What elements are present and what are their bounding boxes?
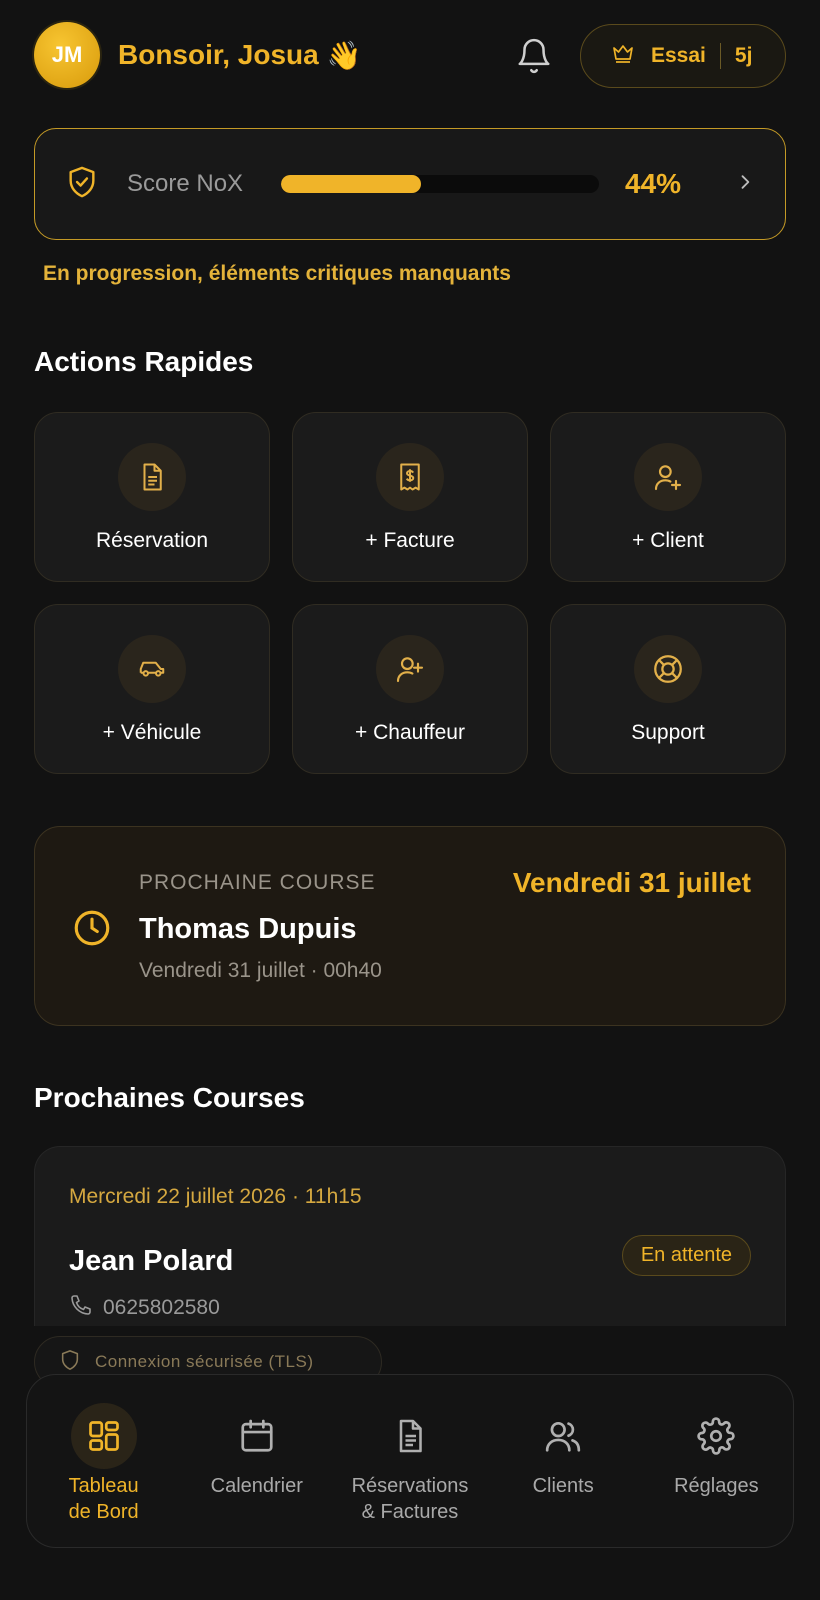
crown-icon (609, 41, 637, 71)
course-list-item[interactable]: Mercredi 22 juillet 2026 · 11h15 Jean Po… (34, 1146, 786, 1326)
phone-number: 0625802580 (103, 1296, 220, 1319)
upcoming-title: Prochaines Courses (34, 1082, 305, 1113)
dashboard-icon (70, 1403, 137, 1469)
score-message: En progression, éléments critiques manqu… (43, 262, 511, 285)
status-badge: En attente (621, 1235, 751, 1276)
nav-label: Calendrier (210, 1475, 303, 1497)
score-label: Score NoX (127, 170, 244, 197)
action-label: + Chauffeur (355, 721, 465, 744)
score-progress-fill (281, 175, 421, 193)
users-icon (530, 1403, 596, 1469)
bottom-nav: Tableau de Bord Calendrier Réservations … (26, 1374, 794, 1548)
nav-label: Tableau de Bord (68, 1475, 139, 1523)
header: JM Bonsoir, Josua 👋 Essai 5j (34, 22, 786, 88)
course-datetime: Mercredi 22 juillet 2026 · 11h15 (69, 1185, 362, 1208)
receipt-icon (376, 443, 444, 511)
next-course-client-name: Thomas Dupuis (139, 913, 357, 945)
action-vehicle-button[interactable]: + Véhicule (34, 604, 270, 774)
action-label: Réservation (95, 529, 209, 552)
avatar[interactable]: JM (34, 22, 100, 88)
action-label: Support (631, 721, 705, 744)
phone-icon (69, 1293, 93, 1323)
nav-item-clients[interactable]: Clients (493, 1403, 633, 1499)
action-driver-button[interactable]: + Chauffeur (292, 604, 528, 774)
nav-label: Clients (532, 1475, 594, 1497)
score-progress-bar (281, 175, 599, 193)
next-course-kicker: PROCHAINE COURSE (139, 871, 376, 894)
action-invoice-button[interactable]: + Facture (292, 412, 528, 582)
user-plus-icon (376, 635, 444, 703)
action-client-button[interactable]: + Client (550, 412, 786, 582)
nav-item-calendar[interactable]: Calendrier (187, 1403, 327, 1499)
nav-item-reservations[interactable]: Réservations & Factures (340, 1403, 480, 1525)
car-icon (118, 635, 186, 703)
chevron-right-icon (735, 170, 755, 199)
trial-badge[interactable]: Essai 5j (580, 24, 786, 88)
action-support-button[interactable]: Support (550, 604, 786, 774)
trial-separator (719, 43, 721, 69)
greeting: Bonsoir, Josua 👋 (118, 39, 362, 72)
next-course-card[interactable]: PROCHAINE COURSE Vendredi 31 juillet Tho… (34, 826, 786, 1026)
gear-icon (683, 1403, 749, 1469)
shield-icon (59, 1348, 81, 1377)
trial-days: 5j (734, 44, 753, 67)
calendar-icon (224, 1403, 290, 1469)
action-label: + Client (632, 529, 704, 552)
quick-actions-grid: Réservation + Facture + Client + Véhicul… (34, 412, 786, 774)
score-value: 44% (625, 168, 682, 199)
nav-item-settings[interactable]: Réglages (646, 1403, 786, 1499)
quick-actions-title: Actions Rapides (34, 346, 254, 377)
shield-check-icon (65, 163, 99, 206)
nav-item-dashboard[interactable]: Tableau de Bord (34, 1403, 174, 1525)
security-text: Connexion sécurisée (TLS) (95, 1352, 314, 1371)
greeting-text: Bonsoir, Josua (118, 39, 319, 70)
user-plus-icon (634, 443, 702, 511)
action-reservation-button[interactable]: Réservation (34, 412, 270, 582)
nav-label: Réservations & Factures (351, 1475, 469, 1523)
course-phone[interactable]: 0625802580 (69, 1293, 220, 1323)
next-course-details: Vendredi 31 juillet · 00h40 (139, 959, 382, 982)
wave-emoji: 👋 (326, 39, 362, 71)
action-label: + Facture (365, 529, 455, 552)
clock-icon (71, 907, 113, 954)
lifebuoy-icon (634, 635, 702, 703)
course-client-name: Jean Polard (69, 1245, 234, 1277)
next-course-date: Vendredi 31 juillet (512, 867, 751, 898)
notifications-bell-icon[interactable] (514, 36, 554, 76)
score-card[interactable]: Score NoX 44% (34, 128, 786, 240)
trial-label: Essai (651, 44, 706, 67)
nav-label: Réglages (674, 1475, 759, 1497)
action-label: + Véhicule (102, 721, 202, 744)
document-icon (377, 1403, 443, 1469)
document-icon (118, 443, 186, 511)
